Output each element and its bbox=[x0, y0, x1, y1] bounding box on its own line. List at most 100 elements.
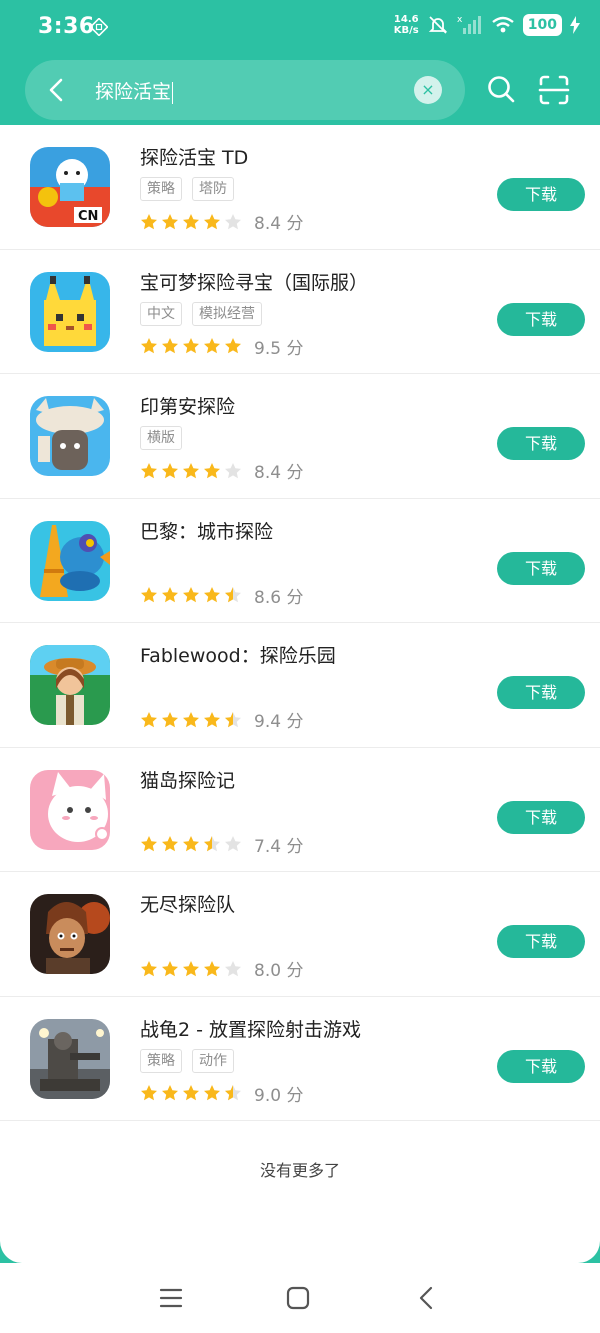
tag-list: 中文 模拟经营 bbox=[140, 301, 262, 326]
list-item[interactable]: Fablewood：探险乐园 9.4 分 下载 bbox=[0, 623, 600, 748]
star-rating bbox=[140, 960, 242, 978]
results-list: CN 探险活宝 TD 策略 塔防 8.4 分 下载 宝可梦探险寻宝（国际服） 中… bbox=[0, 125, 600, 1263]
search-icon[interactable] bbox=[486, 74, 516, 104]
fablewood-icon[interactable] bbox=[30, 645, 110, 725]
star-full-icon bbox=[162, 338, 178, 354]
search-bar[interactable]: 探险活宝 × bbox=[25, 60, 465, 120]
list-item[interactable]: CN 探险活宝 TD 策略 塔防 8.4 分 下载 bbox=[0, 125, 600, 250]
svg-text:x: x bbox=[457, 15, 463, 25]
war-tortoise-2-icon[interactable] bbox=[30, 1018, 110, 1099]
app-name[interactable]: 巴黎：城市探险 bbox=[140, 517, 273, 544]
back-arrow-icon[interactable] bbox=[43, 76, 71, 104]
score: 9.5 分 bbox=[254, 338, 304, 359]
score: 8.4 分 bbox=[254, 463, 304, 483]
list-item[interactable]: 战龟2 - 放置探险射击游戏 策略 动作 9.0 分 下载 bbox=[0, 997, 600, 1121]
rating: 8.6 分 bbox=[140, 583, 303, 608]
star-half-icon bbox=[204, 836, 220, 852]
scan-icon[interactable] bbox=[538, 74, 570, 106]
tag: 策略 bbox=[140, 177, 182, 201]
svg-text:CN: CN bbox=[78, 209, 98, 224]
star-full-icon bbox=[204, 213, 220, 229]
star-full-icon bbox=[183, 462, 199, 478]
battery-level: 100 bbox=[522, 14, 562, 36]
back-icon[interactable] bbox=[414, 1285, 440, 1311]
app-name[interactable]: Fablewood：探险乐园 bbox=[140, 641, 336, 668]
tag-list: 策略 塔防 bbox=[140, 177, 234, 201]
star-full-icon bbox=[162, 711, 178, 727]
status-bar: 3:36 14.6 KB/s x 100 bbox=[0, 0, 600, 56]
clear-icon[interactable]: × bbox=[414, 76, 442, 104]
wifi-icon bbox=[492, 16, 514, 33]
star-empty-icon bbox=[225, 960, 241, 976]
star-rating bbox=[140, 462, 242, 480]
tag: 动作 bbox=[192, 1048, 234, 1073]
app-name[interactable]: 印第安探险 bbox=[140, 392, 235, 419]
star-full-icon bbox=[141, 462, 157, 478]
app-name[interactable]: 探险活宝 TD bbox=[140, 143, 248, 170]
score: 9.4 分 bbox=[254, 712, 304, 732]
list-item[interactable]: 宝可梦探险寻宝（国际服） 中文 模拟经营 9.5 分 下载 bbox=[0, 250, 600, 374]
score: 8.0 分 bbox=[254, 961, 304, 981]
star-full-icon bbox=[141, 213, 157, 229]
star-full-icon bbox=[204, 338, 220, 354]
score: 8.4 分 bbox=[254, 214, 304, 234]
download-button[interactable]: 下载 bbox=[497, 1049, 585, 1083]
download-button[interactable]: 下载 bbox=[497, 800, 585, 834]
pokemon-quest-icon[interactable] bbox=[30, 271, 110, 352]
rating: 8.0 分 bbox=[140, 956, 303, 981]
download-button[interactable]: 下载 bbox=[497, 551, 585, 585]
charging-icon bbox=[570, 16, 580, 34]
star-rating bbox=[140, 835, 242, 853]
download-button[interactable]: 下载 bbox=[497, 427, 585, 460]
download-button[interactable]: 下载 bbox=[497, 676, 585, 709]
list-item[interactable]: 巴黎：城市探险 8.6 分 下载 bbox=[0, 499, 600, 623]
app-name[interactable]: 战龟2 - 放置探险射击游戏 bbox=[140, 1015, 361, 1042]
star-empty-icon bbox=[225, 213, 241, 229]
star-full-icon bbox=[183, 960, 199, 976]
star-full-icon bbox=[204, 711, 220, 727]
score: 8.6 分 bbox=[254, 587, 304, 608]
system-nav-bar bbox=[0, 1263, 600, 1333]
status-time: 3:36 bbox=[38, 14, 95, 39]
adventure-time-td-icon[interactable]: CN bbox=[30, 147, 110, 227]
rating: 8.4 分 bbox=[140, 458, 303, 483]
app-name[interactable]: 猫岛探险记 bbox=[140, 766, 235, 793]
star-full-icon bbox=[141, 587, 157, 603]
net-speed: 14.6 KB/s bbox=[393, 14, 419, 36]
star-full-icon bbox=[141, 836, 157, 852]
star-full-icon bbox=[183, 1085, 199, 1101]
rating: 8.4 分 bbox=[140, 209, 303, 234]
app-name[interactable]: 无尽探险队 bbox=[140, 890, 235, 917]
star-rating bbox=[140, 213, 242, 231]
star-rating bbox=[140, 586, 242, 604]
star-empty-icon bbox=[225, 836, 241, 852]
end-of-list-text: 没有更多了 bbox=[259, 1161, 340, 1180]
star-full-icon bbox=[204, 462, 220, 478]
tag: 模拟经营 bbox=[192, 301, 262, 326]
star-full-icon bbox=[183, 711, 199, 727]
paris-city-adventure-icon[interactable] bbox=[30, 520, 110, 601]
list-item[interactable]: 猫岛探险记 7.4 分 下载 bbox=[0, 748, 600, 872]
list-item[interactable]: 无尽探险队 8.0 分 下载 bbox=[0, 872, 600, 997]
mute-bell-icon bbox=[428, 16, 447, 34]
score: 7.4 分 bbox=[254, 836, 304, 857]
home-icon[interactable] bbox=[285, 1285, 311, 1311]
download-button[interactable]: 下载 bbox=[497, 925, 585, 958]
download-button[interactable]: 下载 bbox=[497, 178, 585, 211]
list-item[interactable]: 印第安探险 横版 8.4 分 下载 bbox=[0, 374, 600, 499]
tag: 横版 bbox=[140, 426, 182, 450]
download-button[interactable]: 下载 bbox=[497, 302, 585, 336]
star-full-icon bbox=[204, 1085, 220, 1101]
star-full-icon bbox=[183, 213, 199, 229]
search-input[interactable]: 探险活宝 bbox=[95, 77, 174, 104]
menu-icon[interactable] bbox=[158, 1285, 184, 1311]
star-full-icon bbox=[162, 587, 178, 603]
star-rating bbox=[140, 1084, 242, 1102]
indian-adventure-icon[interactable] bbox=[30, 396, 110, 476]
endless-expedition-icon[interactable] bbox=[30, 894, 110, 974]
cat-island-icon[interactable] bbox=[30, 769, 110, 850]
rating: 9.4 分 bbox=[140, 707, 303, 732]
star-rating bbox=[140, 337, 242, 355]
star-full-icon bbox=[162, 213, 178, 229]
app-name[interactable]: 宝可梦探险寻宝（国际服） bbox=[140, 268, 368, 295]
